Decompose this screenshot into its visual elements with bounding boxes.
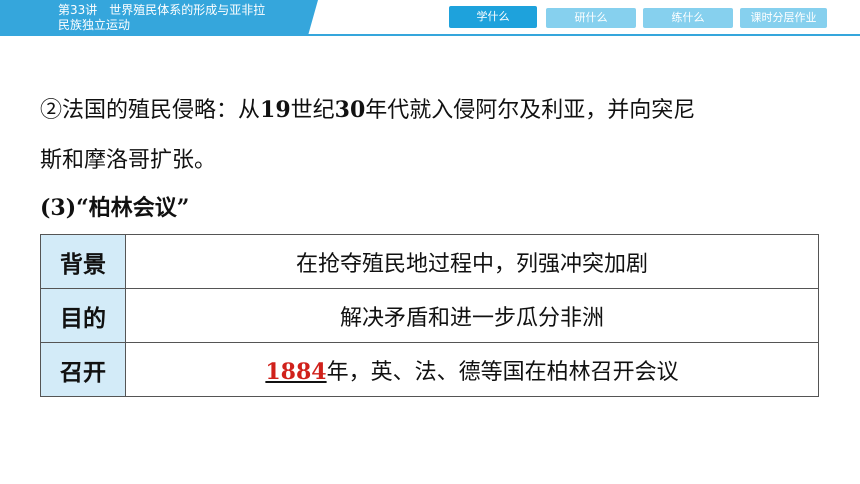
row-value-convened: 1884年，英、法、德等国在柏林召开会议	[125, 342, 819, 397]
berlin-conference-table: 背景 在抢夺殖民地过程中，列强冲突加剧 目的 解决矛盾和进一步瓜分非洲 召开 1…	[40, 234, 819, 397]
para1-number-30: 30	[334, 97, 366, 123]
top-header-bar: 第33讲 世界殖民体系的形成与亚非拉 民族独立运动 学什么 研什么 练什么 课时…	[0, 0, 860, 36]
row-value-convened-text: 年，英、法、德等国在柏林召开会议	[326, 359, 679, 385]
lesson-title-line-2: 民族独立运动	[58, 18, 131, 32]
para1-text-b: 世纪	[290, 98, 335, 123]
row-header-convened: 召开	[40, 342, 126, 397]
row-value-background: 在抢夺殖民地过程中，列强冲突加剧	[125, 234, 819, 289]
tab-research[interactable]: 研什么	[546, 8, 636, 28]
table-row: 目的 解决矛盾和进一步瓜分非洲	[40, 288, 819, 343]
header-divider	[0, 34, 860, 36]
para1-number-19: 19	[260, 97, 291, 123]
paragraph-continuation: 斯和摩洛哥扩张。	[40, 148, 217, 173]
table-row: 背景 在抢夺殖民地过程中，列强冲突加剧	[40, 234, 819, 289]
para1-text-a: ②法国的殖民侵略：从	[40, 98, 261, 123]
row-header-background: 背景	[40, 234, 126, 289]
tab-practice[interactable]: 练什么	[643, 8, 733, 28]
answer-blank-year: 1884	[265, 358, 327, 385]
para1-text-c: 年代就入侵阿尔及利亚，并向突尼	[365, 98, 696, 123]
paragraph-france-colonial: ②法国的殖民侵略：从19世纪30年代就入侵阿尔及利亚，并向突尼	[40, 92, 695, 124]
table-row: 召开 1884年，英、法、德等国在柏林召开会议	[40, 342, 819, 397]
tab-learn[interactable]: 学什么	[449, 6, 537, 28]
lesson-title-line-1: 第33讲 世界殖民体系的形成与亚非拉	[58, 3, 266, 17]
section-heading-berlin: (3)“柏林会议”	[40, 195, 190, 221]
tab-homework[interactable]: 课时分层作业	[740, 8, 827, 28]
row-header-purpose: 目的	[40, 288, 126, 343]
row-value-purpose: 解决矛盾和进一步瓜分非洲	[125, 288, 819, 343]
